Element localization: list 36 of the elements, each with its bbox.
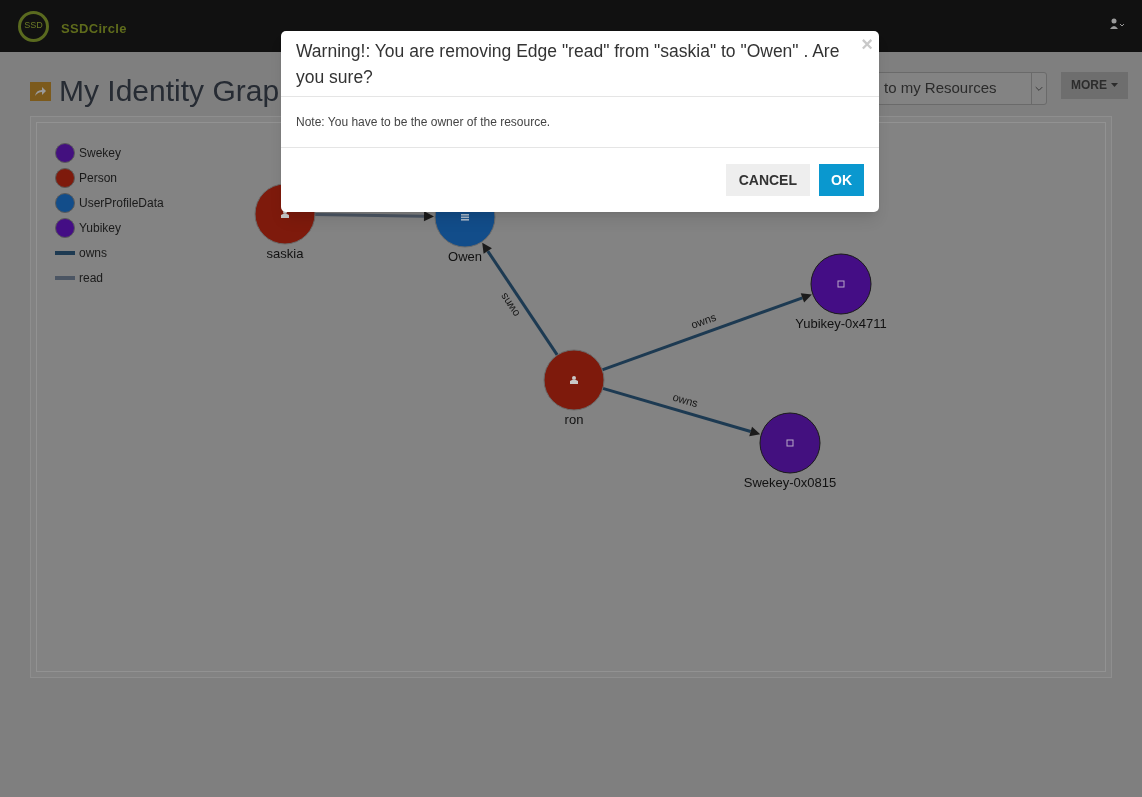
logo-badge: SSD — [18, 10, 49, 42]
square-icon — [786, 439, 794, 447]
dialog-title: Warning!: You are removing Edge "read" from "saskia" to "Owen" . Are you sure? — [296, 40, 841, 89]
graph-node[interactable] — [543, 349, 605, 411]
legend-label: read — [79, 270, 104, 287]
page-title: My Identity Grap — [59, 76, 280, 106]
more-button[interactable]: MORE — [1061, 71, 1128, 99]
select-value: to my Resources — [884, 77, 997, 98]
legend-label: owns — [79, 245, 107, 262]
caret-icon — [1111, 83, 1118, 87]
node-label: Owen — [448, 249, 482, 264]
square-icon — [837, 280, 845, 288]
dialog-note: Note: You have to be the owner of the resource. — [296, 114, 552, 131]
legend-label: Person — [79, 170, 118, 187]
graph-node[interactable] — [810, 253, 872, 315]
legend-label: Yubikey — [79, 220, 122, 237]
graph-node[interactable] — [759, 412, 821, 474]
ok-button[interactable]: OK — [819, 164, 864, 196]
share-icon — [30, 81, 51, 101]
edge-arrow[interactable] — [314, 211, 434, 222]
chevron-icon — [1031, 72, 1046, 104]
cancel-button[interactable]: CANCEL — [725, 164, 810, 196]
list-icon — [461, 214, 469, 221]
person-icon — [281, 210, 289, 218]
node-label: Yubikey-0x4711 — [795, 316, 887, 331]
legend-label: UserProfileData — [79, 195, 164, 212]
edge-label: owns — [689, 310, 718, 331]
node-label: saskia — [266, 246, 304, 261]
node-label: Swekey-0x0815 — [743, 475, 837, 490]
edge-label: owns — [671, 390, 700, 410]
user-icon[interactable] — [1110, 18, 1124, 30]
person-icon — [570, 376, 578, 384]
brand-name: SSDCircle — [61, 20, 127, 39]
node-label: ron — [564, 412, 584, 427]
legend-label: Swekey — [79, 145, 122, 162]
close-button[interactable]: × — [861, 34, 873, 54]
